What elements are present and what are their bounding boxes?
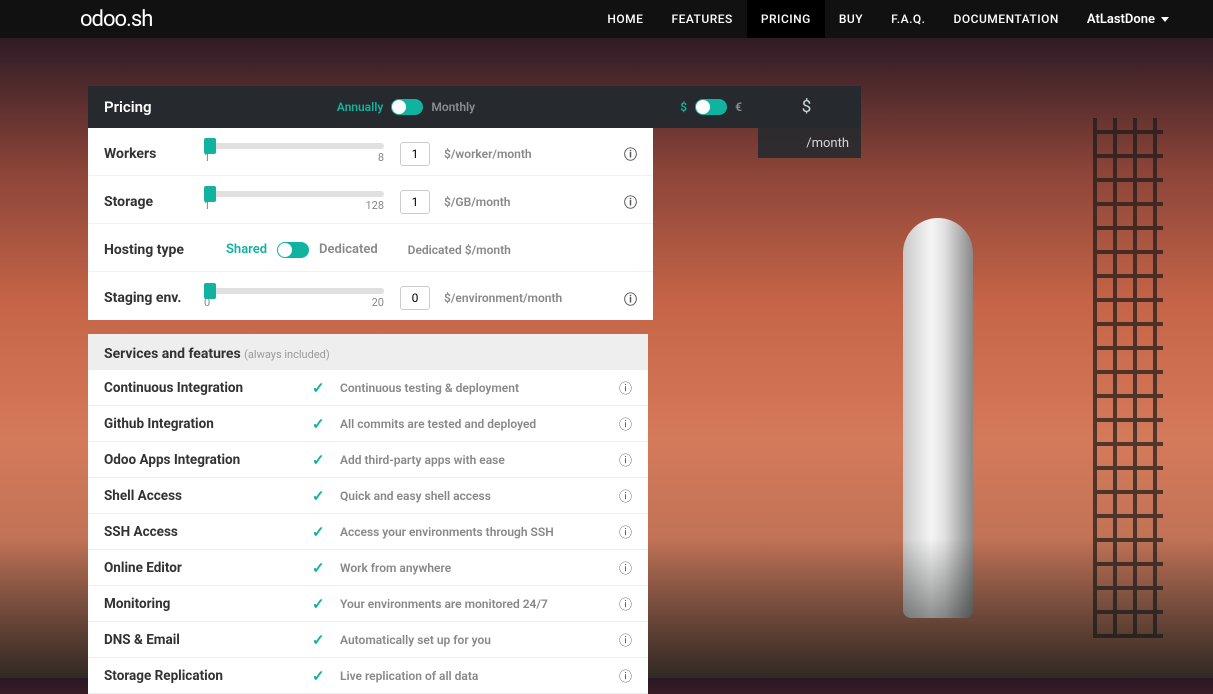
feature-desc: Add third-party apps with ease — [340, 453, 619, 467]
workers-slider[interactable] — [204, 143, 384, 149]
check-icon: ✓ — [312, 379, 340, 397]
hosting-toggle[interactable] — [277, 242, 309, 258]
feature-name: Shell Access — [104, 488, 312, 504]
feature-row: Odoo Apps Integration✓Add third-party ap… — [88, 442, 648, 478]
staging-slider[interactable] — [204, 288, 384, 294]
info-icon[interactable]: ⓘ — [619, 522, 632, 541]
info-icon[interactable]: ⓘ — [619, 594, 632, 613]
info-icon[interactable]: ⓘ — [619, 414, 632, 433]
row-storage: Storage 1128 $/GB/month ⓘ — [88, 176, 653, 224]
info-icon[interactable]: ⓘ — [619, 630, 632, 649]
hosting-label: Hosting type — [104, 242, 204, 258]
info-icon[interactable]: ⓘ — [619, 450, 632, 469]
info-icon[interactable]: ⓘ — [624, 289, 637, 308]
pricing-panel: Pricing Annually Monthly $ € $ /month Wo… — [88, 86, 758, 694]
currency-usd-label: $ — [680, 100, 687, 114]
feature-row: Monitoring✓Your environments are monitor… — [88, 586, 648, 622]
feature-row: Online Editor✓Work from anywhereⓘ — [88, 550, 648, 586]
total-currency: $ — [802, 97, 812, 117]
total-suffix: /month — [758, 128, 861, 158]
info-icon[interactable]: ⓘ — [624, 144, 637, 163]
row-hosting: Hosting type Shared Dedicated Dedicated … — [88, 224, 653, 272]
feature-row: Storage Replication✓Live replication of … — [88, 658, 648, 694]
staging-unit: $/environment/month — [444, 291, 562, 305]
info-icon[interactable]: ⓘ — [619, 486, 632, 505]
check-icon: ✓ — [312, 415, 340, 433]
info-icon[interactable]: ⓘ — [624, 192, 637, 211]
feature-row: Continuous Integration✓Continuous testin… — [88, 370, 648, 406]
staging-input[interactable] — [400, 286, 430, 310]
workers-unit: $/worker/month — [444, 147, 532, 161]
feature-desc: Your environments are monitored 24/7 — [340, 597, 619, 611]
nav-pricing[interactable]: PRICING — [747, 0, 825, 38]
feature-desc: All commits are tested and deployed — [340, 417, 619, 431]
check-icon: ✓ — [312, 631, 340, 649]
check-icon: ✓ — [312, 523, 340, 541]
features-header: Services and features (always included) — [88, 334, 648, 370]
nav-buy[interactable]: BUY — [825, 0, 877, 38]
feature-desc: Automatically set up for you — [340, 633, 619, 647]
user-name: AtLastDone — [1087, 12, 1155, 27]
info-icon[interactable]: ⓘ — [619, 558, 632, 577]
feature-name: Odoo Apps Integration — [104, 452, 312, 468]
features-panel: Services and features (always included) … — [88, 334, 648, 694]
feature-desc: Access your environments through SSH — [340, 525, 619, 539]
logo[interactable]: odoo.sh — [80, 7, 152, 32]
currency-toggle[interactable] — [695, 99, 727, 115]
nav-features[interactable]: FEATURES — [657, 0, 746, 38]
feature-desc: Quick and easy shell access — [340, 489, 619, 503]
chevron-down-icon — [1161, 17, 1169, 22]
feature-name: Continuous Integration — [104, 380, 312, 396]
feature-name: Online Editor — [104, 560, 312, 576]
feature-row: SSH Access✓Access your environments thro… — [88, 514, 648, 550]
feature-desc: Continuous testing & deployment — [340, 381, 619, 395]
hosting-shared-label: Shared — [226, 242, 267, 257]
period-annually-label: Annually — [337, 100, 384, 114]
info-icon[interactable]: ⓘ — [619, 666, 632, 685]
feature-desc: Live replication of all data — [340, 669, 619, 683]
workers-label: Workers — [104, 146, 204, 162]
feature-desc: Work from anywhere — [340, 561, 619, 575]
check-icon: ✓ — [312, 559, 340, 577]
hosting-unit: Dedicated $/month — [408, 243, 511, 257]
nav-faq[interactable]: F.A.Q. — [877, 0, 939, 38]
feature-row: DNS & Email✓Automatically set up for you… — [88, 622, 648, 658]
hosting-dedicated-label: Dedicated — [319, 242, 378, 257]
workers-input[interactable] — [400, 142, 430, 166]
row-workers: Workers 18 $/worker/month ⓘ — [88, 128, 653, 176]
total-price: $ — [758, 86, 861, 128]
nav-home[interactable]: HOME — [593, 0, 657, 38]
storage-slider[interactable] — [204, 191, 384, 197]
period-monthly-label: Monthly — [431, 100, 475, 114]
pricing-header: Pricing Annually Monthly $ € — [88, 86, 758, 128]
storage-unit: $/GB/month — [444, 195, 510, 209]
feature-row: Shell Access✓Quick and easy shell access… — [88, 478, 648, 514]
check-icon: ✓ — [312, 667, 340, 685]
storage-label: Storage — [104, 194, 204, 210]
feature-name: DNS & Email — [104, 632, 312, 648]
check-icon: ✓ — [312, 487, 340, 505]
top-nav: odoo.sh HOME FEATURES PRICING BUY F.A.Q.… — [0, 0, 1213, 38]
check-icon: ✓ — [312, 595, 340, 613]
period-toggle[interactable] — [391, 99, 423, 115]
currency-eur-label: € — [735, 100, 742, 114]
staging-label: Staging env. — [104, 290, 204, 306]
feature-name: SSH Access — [104, 524, 312, 540]
pricing-title: Pricing — [104, 98, 152, 116]
user-menu[interactable]: AtLastDone — [1073, 0, 1183, 38]
feature-name: Storage Replication — [104, 668, 312, 684]
feature-name: Github Integration — [104, 416, 312, 432]
feature-name: Monitoring — [104, 596, 312, 612]
check-icon: ✓ — [312, 451, 340, 469]
storage-input[interactable] — [400, 190, 430, 214]
feature-row: Github Integration✓All commits are teste… — [88, 406, 648, 442]
nav-documentation[interactable]: DOCUMENTATION — [940, 0, 1073, 38]
row-staging: Staging env. 020 $/environment/month ⓘ — [88, 272, 653, 320]
info-icon[interactable]: ⓘ — [619, 378, 632, 397]
